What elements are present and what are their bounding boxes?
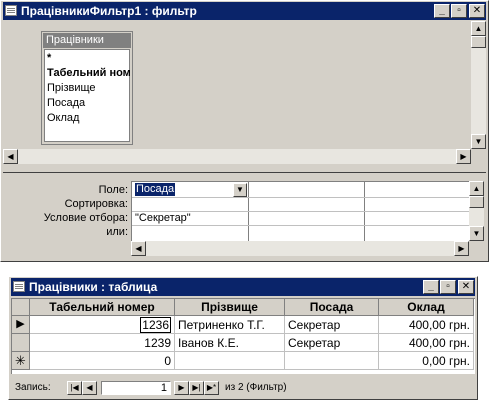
restore-button[interactable]: ▫ <box>440 280 456 294</box>
filter-window: ПрацівникиФильтр1 : фильтр _ ▫ ✕ Працівн… <box>0 0 489 262</box>
record-label: Запись: <box>15 382 51 393</box>
row-label-criteria: Условие отбора: <box>43 212 128 224</box>
field-combo[interactable]: Посада ▼ <box>134 183 247 197</box>
prev-record-button[interactable]: ◀ <box>82 381 97 395</box>
cell-id-value[interactable]: 1236 <box>140 317 171 333</box>
design-grid: Поле: Сортировка: Условие отбора: или: П… <box>3 174 486 260</box>
upper-horizontal-scrollbar[interactable] <box>3 149 471 164</box>
field-list-item-surname[interactable]: Прізвище <box>47 82 96 94</box>
table-row[interactable]: 1239 Іванов К.Е. Секретар 400,00 грн. <box>12 334 475 352</box>
dropdown-arrow-icon[interactable]: ▼ <box>233 183 247 197</box>
table-window-titlebar[interactable]: Працівники : таблица _ ▫ ✕ <box>11 278 475 296</box>
cell-salary[interactable]: 400,00 грн. <box>379 334 474 352</box>
field-list-item-salary[interactable]: Оклад <box>47 112 79 124</box>
corner-selector[interactable] <box>12 299 30 316</box>
record-navigation: Запись: |◀ ◀ 1 ▶ ▶| ▶* из 2 (Фильтр) <box>11 381 475 397</box>
grid-scroll-thumb[interactable] <box>469 196 484 208</box>
new-record-icon[interactable]: ✳ <box>12 352 30 370</box>
minimize-button[interactable]: _ <box>434 4 450 18</box>
pane-splitter[interactable] <box>3 165 486 173</box>
cell-salary[interactable]: 400,00 грн. <box>379 316 474 334</box>
filter-window-title: ПрацівникиФильтр1 : фильтр <box>21 4 197 18</box>
record-number-input[interactable]: 1 <box>101 381 171 395</box>
grid-scroll-down-button[interactable]: ▼ <box>469 226 484 241</box>
table-window-title: Працівники : таблица <box>29 280 158 294</box>
table-row-new[interactable]: ✳ 0 0,00 грн. <box>12 352 475 370</box>
grid-scroll-left-button[interactable]: ◀ <box>131 241 146 256</box>
field-list-item-star[interactable]: * <box>47 52 51 64</box>
cell-id[interactable]: 0 <box>30 352 175 370</box>
column-separator <box>364 182 365 242</box>
cell-surname[interactable]: Петриненко Т.Г. <box>175 316 285 334</box>
cell-id[interactable]: 1236 <box>30 316 175 334</box>
table-window: Працівники : таблица _ ▫ ✕ Табельний ном… <box>8 276 478 400</box>
first-record-button[interactable]: |◀ <box>67 381 82 395</box>
restore-button[interactable]: ▫ <box>451 4 467 18</box>
minimize-button[interactable]: _ <box>423 280 439 294</box>
cell-surname[interactable]: Іванов К.Е. <box>175 334 285 352</box>
row-label-sort: Сортировка: <box>64 198 128 210</box>
window-icon[interactable] <box>5 5 17 16</box>
field-combo-value[interactable]: Посада <box>135 183 176 196</box>
grid-horizontal-scrollbar[interactable] <box>131 241 469 256</box>
sort-cell[interactable] <box>135 198 245 211</box>
field-list-body: * Табельний номер Прізвище Посада Оклад <box>44 49 131 142</box>
grid-scroll-right-button[interactable]: ▶ <box>454 241 469 256</box>
datasheet: Табельний номер Прізвище Посада Оклад ▶ … <box>11 298 475 374</box>
new-record-button[interactable]: ▶* <box>204 381 219 395</box>
col-header-salary[interactable]: Оклад <box>379 299 474 316</box>
row-label-field: Поле: <box>98 184 128 196</box>
cell-surname[interactable] <box>175 352 285 370</box>
next-record-button[interactable]: ▶ <box>174 381 189 395</box>
or-cell[interactable] <box>135 226 245 239</box>
scroll-left-button[interactable]: ◀ <box>3 149 18 164</box>
field-list-title[interactable]: Працівники <box>43 33 131 48</box>
field-list-box[interactable]: Працівники * Табельний номер Прізвище По… <box>41 31 133 145</box>
column-separator <box>248 182 249 242</box>
cell-position[interactable] <box>285 352 379 370</box>
window-icon[interactable] <box>13 281 25 292</box>
criteria-cell[interactable]: "Секретар" <box>135 212 191 225</box>
table-row[interactable]: ▶ 1236 Петриненко Т.Г. Секретар 400,00 г… <box>12 316 475 334</box>
col-header-id[interactable]: Табельний номер <box>30 299 175 316</box>
cell-position[interactable]: Секретар <box>285 316 379 334</box>
record-total: из 2 (Фильтр) <box>225 382 287 393</box>
row-pointer-icon[interactable]: ▶ <box>12 316 30 334</box>
cell-id[interactable]: 1239 <box>30 334 175 352</box>
field-list-item-id[interactable]: Табельний номер <box>47 67 131 79</box>
row-selector[interactable] <box>12 334 30 352</box>
grid-cells: Посада ▼ "Секретар" <box>131 181 470 242</box>
query-tables-pane: Працівники * Табельний номер Прізвище По… <box>3 21 486 165</box>
close-button[interactable]: ✕ <box>458 280 474 294</box>
grid-scroll-up-button[interactable]: ▲ <box>469 181 484 196</box>
close-button[interactable]: ✕ <box>469 4 485 18</box>
cell-salary[interactable]: 0,00 грн. <box>379 352 474 370</box>
row-label-or: или: <box>106 226 128 238</box>
scroll-down-button[interactable]: ▼ <box>471 134 486 149</box>
scroll-thumb[interactable] <box>471 36 486 48</box>
last-record-button[interactable]: ▶| <box>189 381 204 395</box>
filter-window-titlebar[interactable]: ПрацівникиФильтр1 : фильтр _ ▫ ✕ <box>3 2 486 20</box>
field-list-item-position[interactable]: Посада <box>47 97 85 109</box>
cell-position[interactable]: Секретар <box>285 334 379 352</box>
scroll-right-button[interactable]: ▶ <box>456 149 471 164</box>
col-header-surname[interactable]: Прізвище <box>175 299 285 316</box>
scroll-up-button[interactable]: ▲ <box>471 21 486 36</box>
col-header-position[interactable]: Посада <box>285 299 379 316</box>
